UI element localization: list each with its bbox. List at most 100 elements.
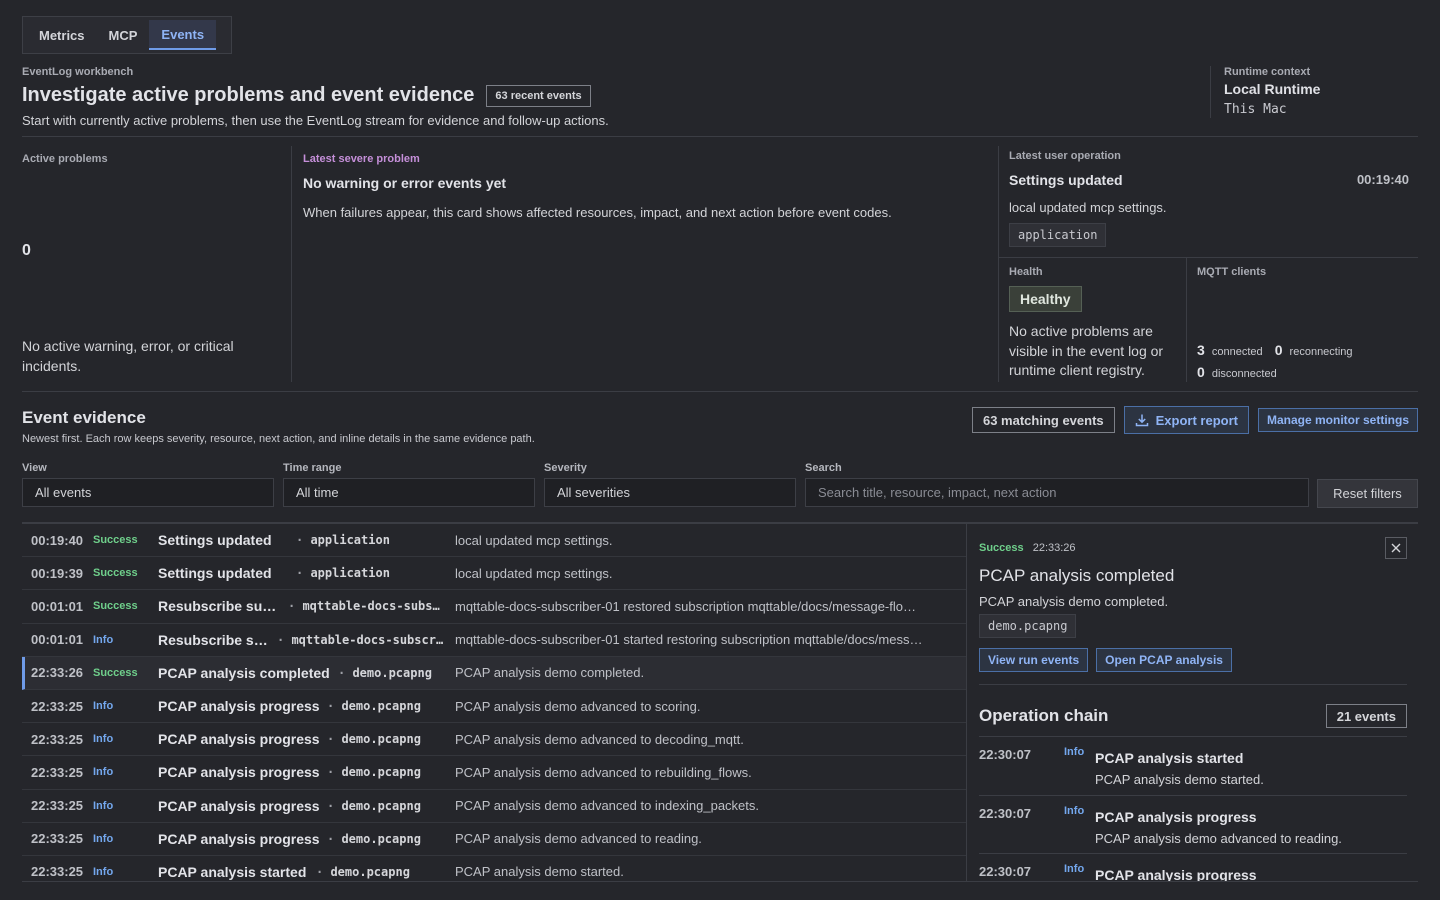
event-detail-panel: Success 22:33:26 PCAP analysis completed… bbox=[966, 522, 1418, 881]
recent-events-badge: 63 recent events bbox=[486, 84, 591, 107]
event-time: 00:01:01 bbox=[31, 632, 84, 648]
chain-title: PCAP analysis progress bbox=[1095, 808, 1257, 825]
event-resource: mqttable-docs-subs… bbox=[288, 599, 439, 613]
user-op-title: Settings updated bbox=[1009, 172, 1123, 188]
event-row[interactable]: 22:33:25 Info PCAP analysis progress demo.p… bbox=[22, 823, 966, 856]
mqtt-disconnected-count: 0 bbox=[1197, 364, 1205, 380]
time-range-select[interactable]: All time bbox=[283, 478, 535, 507]
event-message: local updated mcp settings. bbox=[455, 532, 613, 548]
detail-divider bbox=[979, 684, 1407, 685]
event-row[interactable]: 22:33:25 Info PCAP analysis progress demo.p… bbox=[22, 790, 966, 823]
event-evidence-header: Event evidence Newest first. Each row ke… bbox=[22, 408, 535, 445]
event-severity: Info bbox=[93, 799, 114, 812]
mqtt-reconnecting-count: 0 bbox=[1274, 342, 1283, 358]
detail-meta: Success 22:33:26 bbox=[979, 542, 1076, 554]
event-row[interactable]: 22:33:25 Info PCAP analysis progress demo.p… bbox=[22, 723, 966, 757]
close-icon bbox=[1391, 543, 1401, 553]
page-subtitle: Start with currently active problems, th… bbox=[22, 113, 609, 128]
event-message: PCAP analysis demo advanced to rebuildin… bbox=[455, 764, 752, 780]
event-title: PCAP analysis started bbox=[158, 863, 307, 880]
search-input[interactable] bbox=[805, 478, 1309, 507]
event-row[interactable]: 22:33:26 Success PCAP analysis completed de… bbox=[22, 656, 966, 690]
event-message: mqttable-docs-subscriber-01 restored sub… bbox=[455, 598, 916, 614]
chain-time: 22:30:07 bbox=[979, 747, 1032, 762]
severity-select[interactable]: All severities bbox=[544, 478, 796, 507]
mqtt-disconnected-label: disconnected bbox=[1211, 368, 1277, 380]
view-select[interactable]: All events bbox=[22, 478, 274, 507]
summary-divider bbox=[22, 391, 1418, 392]
latest-severe-card: Latest severe problem No warning or erro… bbox=[303, 146, 993, 220]
mqtt-stats: 3 connected 0 reconnecting 0 disconnecte… bbox=[1197, 340, 1353, 384]
user-op-eyebrow: Latest user operation bbox=[1009, 150, 1121, 162]
event-resource: demo.pcapng bbox=[327, 799, 420, 813]
runtime-eyebrow: Runtime context bbox=[1224, 66, 1311, 78]
mqtt-clients-card: MQTT clients 3 connected 0 reconnecting … bbox=[1197, 258, 1418, 382]
chain-item[interactable]: 22:30:07 Info PCAP analysis progress bbox=[979, 853, 1407, 881]
mqtt-connected-label: connected bbox=[1211, 346, 1263, 358]
tab-mcp[interactable]: MCP bbox=[97, 20, 150, 50]
search-label: Search bbox=[805, 462, 842, 474]
event-time: 22:33:25 bbox=[31, 831, 84, 847]
view-filter: View All events bbox=[22, 462, 274, 507]
event-row[interactable]: 00:19:39 Success Settings updated applicati… bbox=[22, 557, 966, 591]
reset-filters-button[interactable]: Reset filters bbox=[1317, 479, 1418, 508]
runtime-context: Runtime context Local Runtime This Mac bbox=[1210, 66, 1418, 118]
health-eyebrow: Health bbox=[1009, 266, 1043, 278]
active-problems-eyebrow: Active problems bbox=[22, 153, 108, 165]
event-message: PCAP analysis demo advanced to scoring. bbox=[455, 698, 701, 714]
bottom-divider bbox=[22, 881, 1418, 882]
chain-severity: Info bbox=[1064, 804, 1085, 817]
event-message: PCAP analysis demo advanced to decoding_… bbox=[455, 731, 744, 747]
event-evidence-title: Event evidence bbox=[22, 408, 146, 427]
chain-title: PCAP analysis progress bbox=[1095, 867, 1257, 881]
detail-severity: Success bbox=[979, 542, 1024, 554]
chain-item[interactable]: 22:30:07 Info PCAP analysis progress PCAP a… bbox=[979, 794, 1407, 854]
health-card: Health Healthy No active problems are vi… bbox=[998, 258, 1187, 382]
chain-item[interactable]: 22:30:07 Info PCAP analysis started PCAP an… bbox=[979, 736, 1407, 795]
event-row[interactable]: 22:33:25 Info PCAP analysis progress demo.p… bbox=[22, 690, 966, 724]
event-row[interactable]: 22:33:25 Info PCAP analysis progress demo.p… bbox=[22, 756, 966, 790]
event-resource: mqttable-docs-subscr… bbox=[277, 633, 443, 647]
event-severity: Info bbox=[93, 865, 114, 878]
event-row[interactable]: 00:01:01 Info Resubscribe s… mqttable-docs-… bbox=[22, 624, 966, 657]
runtime-name: Local Runtime bbox=[1224, 81, 1321, 97]
tab-events[interactable]: Events bbox=[149, 20, 217, 50]
event-severity: Info bbox=[93, 766, 114, 779]
severe-title: No warning or error events yet bbox=[303, 175, 507, 191]
download-icon bbox=[1135, 414, 1148, 427]
manage-monitor-settings-button[interactable]: Manage monitor settings bbox=[1257, 408, 1418, 432]
event-row[interactable]: 00:19:40 Success Settings updated applicati… bbox=[22, 524, 966, 558]
event-message: local updated mcp settings. bbox=[455, 565, 613, 581]
detail-title: PCAP analysis completed bbox=[979, 566, 1175, 585]
event-evidence-subtitle: Newest first. Each row keeps severity, r… bbox=[22, 433, 535, 445]
severity-label: Severity bbox=[544, 462, 587, 474]
close-detail-button[interactable] bbox=[1385, 537, 1407, 559]
chain-description: PCAP analysis demo advanced to reading. bbox=[1095, 830, 1342, 846]
event-title: Resubscribe su… bbox=[158, 598, 277, 615]
page-header: EventLog workbench Investigate active pr… bbox=[22, 66, 1172, 128]
open-pcap-analysis-button[interactable]: Open PCAP analysis bbox=[1096, 648, 1232, 672]
event-row[interactable]: 00:01:01 Success Resubscribe su… mqttable-d… bbox=[22, 590, 966, 624]
event-title: PCAP analysis progress bbox=[158, 764, 320, 781]
runtime-host: This Mac bbox=[1224, 102, 1287, 117]
page-title: Investigate active problems and event ev… bbox=[22, 84, 475, 106]
event-severity: Success bbox=[93, 600, 138, 613]
view-run-events-button[interactable]: View run events bbox=[979, 648, 1089, 672]
chain-severity: Info bbox=[1064, 863, 1085, 875]
event-severity: Info bbox=[93, 733, 114, 746]
user-op-resource-chip: application bbox=[1009, 223, 1107, 247]
tab-metrics[interactable]: Metrics bbox=[27, 20, 97, 50]
event-time: 22:33:25 bbox=[31, 764, 84, 780]
event-row[interactable]: 22:33:25 Info PCAP analysis started demo.pc… bbox=[22, 856, 966, 881]
event-title: PCAP analysis progress bbox=[158, 797, 320, 814]
main-tabs: Metrics MCP Events bbox=[22, 16, 232, 54]
export-report-button[interactable]: Export report bbox=[1123, 406, 1249, 434]
search-filter: Search bbox=[805, 462, 1309, 507]
severe-eyebrow: Latest severe problem bbox=[303, 153, 420, 165]
event-message: PCAP analysis demo completed. bbox=[455, 665, 645, 681]
chain-description: PCAP analysis demo started. bbox=[1095, 772, 1264, 787]
event-time: 00:01:01 bbox=[31, 598, 84, 614]
health-description: No active problems are visible in the ev… bbox=[1009, 323, 1164, 378]
severity-filter: Severity All severities bbox=[544, 462, 796, 507]
chain-severity: Info bbox=[1064, 746, 1085, 758]
